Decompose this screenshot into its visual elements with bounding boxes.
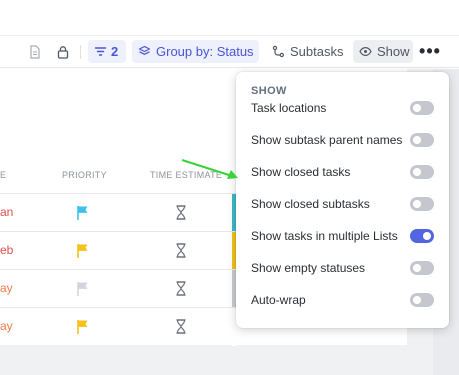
menu-option-label: Show empty statuses	[251, 261, 366, 275]
filter-icon	[94, 47, 107, 56]
hourglass-icon[interactable]	[175, 243, 187, 258]
menu-option[interactable]: Show subtask parent names	[236, 126, 449, 154]
annotation-arrow	[181, 159, 238, 179]
menu-option-label: Show tasks in multiple Lists	[251, 229, 398, 243]
hourglass-icon[interactable]	[175, 281, 187, 296]
subtasks-label: Subtasks	[290, 44, 344, 59]
menu-option[interactable]: Task locations	[236, 94, 449, 122]
priority-flag-icon[interactable]	[76, 205, 90, 221]
subtasks-icon	[272, 45, 284, 58]
priority-flag-icon[interactable]	[76, 243, 90, 259]
toggle-switch[interactable]	[410, 293, 434, 307]
toggle-switch[interactable]	[410, 101, 434, 115]
toggle-switch[interactable]	[410, 197, 434, 211]
due-date-cell[interactable]: ay	[0, 281, 13, 295]
toggle-switch[interactable]	[410, 133, 434, 147]
due-date-cell[interactable]: eb	[0, 243, 13, 257]
subtasks-button[interactable]: Subtasks	[268, 40, 343, 63]
menu-option-label: Show subtask parent names	[251, 133, 403, 147]
toggle-switch[interactable]	[410, 229, 434, 243]
column-header-priority[interactable]: PRIORITY	[62, 170, 107, 180]
priority-flag-icon[interactable]	[76, 281, 90, 297]
show-button[interactable]: Show	[353, 40, 413, 63]
due-date-cell[interactable]: an	[0, 205, 13, 219]
priority-flag-icon[interactable]	[76, 319, 90, 335]
menu-option-label: Auto-wrap	[251, 293, 306, 307]
document-icon[interactable]	[28, 40, 42, 63]
filter-button[interactable]: 2	[88, 40, 126, 63]
column-header-due-date[interactable]: E	[0, 170, 6, 180]
toolbar-divider	[80, 45, 81, 59]
filter-count: 2	[111, 44, 119, 59]
hourglass-icon[interactable]	[175, 319, 187, 334]
show-options-menu: SHOW Task locations Show subtask parent n…	[236, 72, 449, 328]
menu-option[interactable]: Show closed tasks	[236, 158, 449, 186]
menu-option[interactable]: Show closed subtasks	[236, 190, 449, 218]
toggle-switch[interactable]	[410, 261, 434, 275]
due-date-cell[interactable]: ay	[0, 319, 13, 333]
toggle-switch[interactable]	[410, 165, 434, 179]
hourglass-icon[interactable]	[175, 205, 187, 220]
layers-icon	[138, 45, 151, 55]
lock-icon[interactable]	[56, 40, 70, 63]
menu-option[interactable]: Show empty statuses	[236, 254, 449, 282]
group-by-button[interactable]: Group by: Status	[132, 40, 259, 63]
show-label: Show	[377, 44, 410, 59]
eye-icon	[359, 46, 372, 57]
menu-option[interactable]: Auto-wrap	[236, 286, 449, 314]
more-options-icon[interactable]: •••	[419, 40, 441, 63]
view-toolbar: 2 Group by: Status Subtasks Show •••	[0, 36, 459, 68]
menu-option-label: Task locations	[251, 101, 327, 115]
menu-option-label: Show closed subtasks	[251, 197, 370, 211]
menu-option[interactable]: Show tasks in multiple Lists	[236, 222, 449, 250]
group-by-label: Group by: Status	[156, 44, 254, 59]
menu-option-label: Show closed tasks	[251, 165, 351, 179]
top-header-bar	[0, 0, 459, 36]
